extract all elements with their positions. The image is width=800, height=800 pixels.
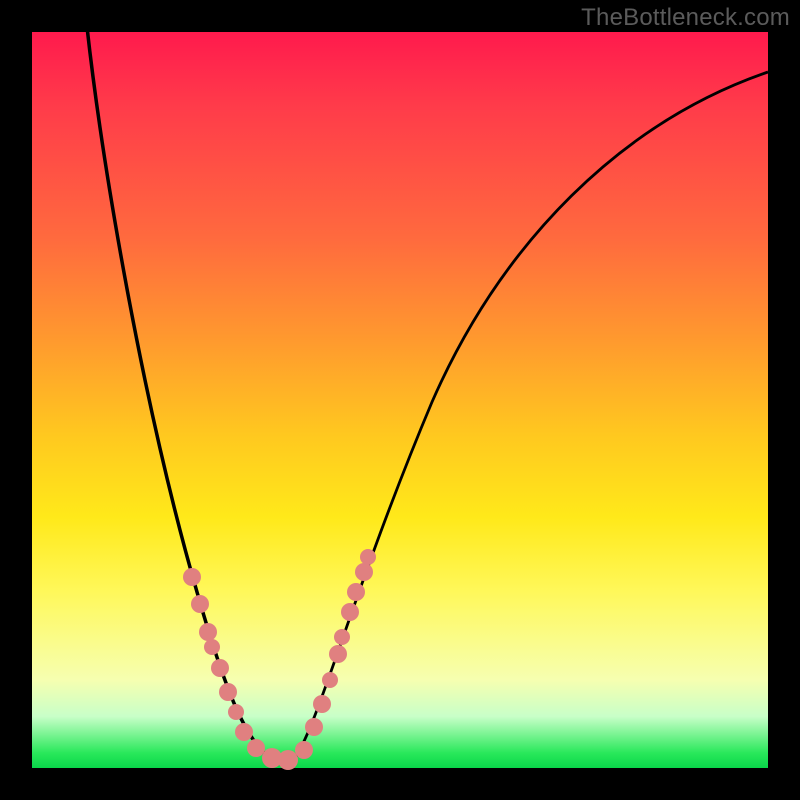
curve-left-branch <box>87 27 272 760</box>
marker-cluster-right <box>295 549 376 759</box>
chart-frame: TheBottleneck.com <box>0 0 800 800</box>
watermark-text: TheBottleneck.com <box>581 4 790 32</box>
curve-layer <box>32 32 768 768</box>
curve-right-branch <box>292 72 768 762</box>
marker-cluster-left <box>183 568 298 770</box>
